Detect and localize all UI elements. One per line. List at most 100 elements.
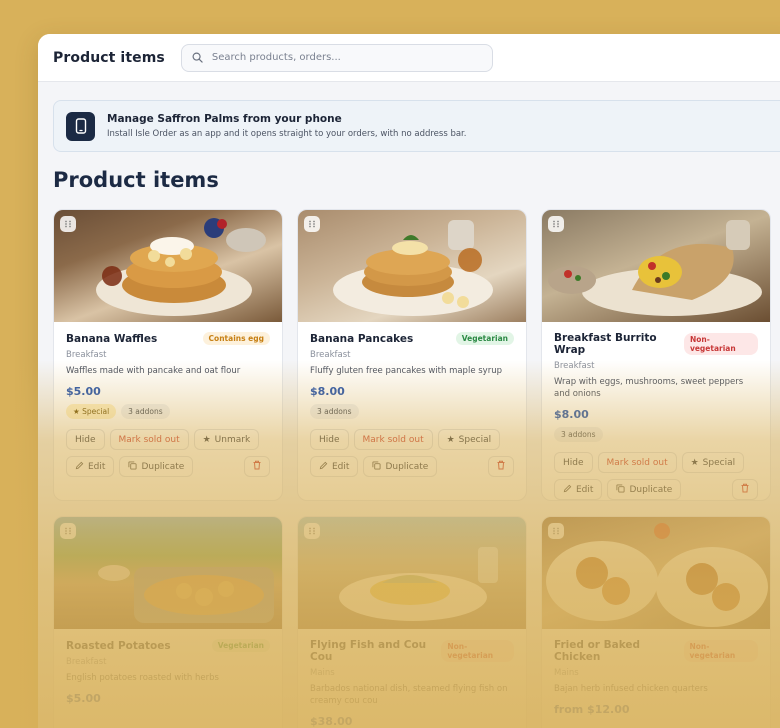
delete-button[interactable]: [488, 456, 514, 477]
product-card[interactable]: Fried or Baked Chicken Non-vegetarian Ma…: [541, 516, 771, 728]
duplicate-label: Duplicate: [141, 461, 185, 472]
product-photo-banana-waffles: [54, 210, 282, 322]
duplicate-button[interactable]: Duplicate: [363, 456, 438, 477]
product-card[interactable]: Roasted Potatoes Vegetarian Breakfast En…: [53, 516, 283, 728]
product-price: from $12.00: [554, 703, 630, 716]
search-input[interactable]: [211, 52, 472, 63]
duplicate-button[interactable]: Duplicate: [607, 479, 682, 500]
diet-badge: Non-vegetarian: [441, 640, 514, 662]
diet-badge: Non-vegetarian: [683, 640, 758, 662]
product-category: Mains: [554, 668, 579, 678]
addons-badge: 3 addons: [554, 427, 603, 442]
hide-button[interactable]: Hide: [554, 452, 593, 473]
banner-title: Manage Saffron Palms from your phone: [107, 113, 342, 125]
delete-button[interactable]: [244, 456, 270, 477]
install-app-banner[interactable]: Manage Saffron Palms from your phone Ins…: [53, 100, 780, 152]
product-card[interactable]: Banana Pancakes Vegetarian Breakfast Flu…: [297, 209, 527, 501]
diet-badge: Vegetarian: [455, 332, 514, 345]
star-icon: ★: [73, 407, 80, 416]
edit-label: Edit: [332, 461, 350, 472]
search-box[interactable]: [180, 43, 493, 72]
product-category: Breakfast: [66, 350, 107, 360]
unmark-special-button[interactable]: ★ Unmark: [193, 429, 260, 450]
product-description: Fluffy gluten free pancakes with maple s…: [310, 366, 502, 376]
page-title: Product items: [53, 168, 219, 192]
duplicate-label: Duplicate: [629, 484, 673, 495]
edit-button[interactable]: Edit: [554, 479, 603, 500]
hide-button[interactable]: Hide: [310, 429, 349, 450]
product-description: Waffles made with pancake and oat flour: [66, 366, 241, 376]
star-icon: ★: [202, 434, 211, 445]
trash-icon: [496, 460, 506, 473]
product-name: Flying Fish and Cou Cou: [310, 639, 427, 663]
product-description: Bajan herb infused chicken quarters: [554, 684, 708, 694]
product-price: $8.00: [554, 408, 589, 421]
product-description: English potatoes roasted with herbs: [66, 673, 219, 683]
drag-handle-icon[interactable]: [304, 216, 320, 232]
app-window: Product items Manage Saffron Palms from …: [38, 34, 780, 728]
addons-badge: 3 addons: [310, 404, 359, 419]
product-name: Fried or Baked Chicken: [554, 639, 641, 663]
product-card[interactable]: Breakfast Burrito Wrap Non-vegetarian Br…: [541, 209, 771, 501]
product-price: $38.00: [310, 715, 353, 728]
duplicate-button[interactable]: Duplicate: [119, 456, 194, 477]
edit-button[interactable]: Edit: [66, 456, 115, 477]
diet-badge: Vegetarian: [211, 639, 270, 652]
delete-button[interactable]: [732, 479, 758, 500]
star-icon: ★: [690, 457, 699, 468]
drag-handle-icon[interactable]: [60, 523, 76, 539]
copy-icon: [616, 483, 625, 496]
duplicate-label: Duplicate: [385, 461, 429, 472]
special-label: Special: [702, 457, 736, 468]
product-category: Mains: [310, 668, 335, 678]
mark-special-button[interactable]: ★ Special: [437, 429, 501, 450]
product-price: $5.00: [66, 692, 101, 705]
product-name: Roasted Potatoes: [66, 639, 171, 652]
edit-label: Edit: [88, 461, 106, 472]
product-description: Wrap with eggs, mushrooms, sweet peppers…: [554, 377, 744, 399]
product-photo-banana-pancakes: [298, 210, 526, 322]
product-description: Barbados national dish, steamed flying f…: [310, 684, 508, 706]
hide-button[interactable]: Hide: [66, 429, 105, 450]
drag-handle-icon[interactable]: [548, 523, 564, 539]
drag-handle-icon[interactable]: [60, 216, 76, 232]
product-price: $8.00: [310, 385, 345, 398]
product-photo-breakfast-burrito-wrap: [542, 210, 770, 322]
edit-button[interactable]: Edit: [310, 456, 359, 477]
product-card[interactable]: Flying Fish and Cou Cou Non-vegetarian M…: [297, 516, 527, 728]
product-name: Banana Waffles: [66, 332, 158, 345]
product-category: Breakfast: [310, 350, 351, 360]
diet-badge: Non-vegetarian: [683, 333, 758, 355]
diet-badge: Contains egg: [202, 332, 270, 345]
drag-handle-icon[interactable]: [304, 523, 320, 539]
pencil-icon: [563, 484, 572, 496]
mark-sold-out-button[interactable]: Mark sold out: [109, 429, 189, 450]
product-photo-roasted-potatoes: [54, 517, 282, 629]
unmark-label: Unmark: [214, 434, 251, 445]
trash-icon: [252, 460, 262, 473]
product-photo-fried-baked-chicken: [542, 517, 770, 629]
trash-icon: [740, 483, 750, 496]
special-badge: ★ Special: [66, 404, 117, 419]
product-category: Breakfast: [66, 657, 107, 667]
drag-handle-icon[interactable]: [548, 216, 564, 232]
top-bar: Product items: [38, 34, 780, 82]
mark-sold-out-button[interactable]: Mark sold out: [597, 452, 677, 473]
pencil-icon: [75, 461, 84, 473]
mark-sold-out-button[interactable]: Mark sold out: [353, 429, 433, 450]
product-price: $5.00: [66, 385, 101, 398]
product-card[interactable]: Banana Waffles Contains egg Breakfast Wa…: [53, 209, 283, 501]
addons-badge: 3 addons: [121, 404, 170, 419]
product-name: Banana Pancakes: [310, 332, 414, 345]
product-name: Breakfast Burrito Wrap: [554, 332, 657, 356]
app-title: Product items: [53, 49, 165, 66]
product-category: Breakfast: [554, 361, 595, 371]
mark-special-button[interactable]: ★ Special: [681, 452, 745, 473]
special-label: Special: [458, 434, 492, 445]
pencil-icon: [319, 461, 328, 473]
special-label: Special: [82, 407, 110, 416]
edit-label: Edit: [576, 484, 594, 495]
star-icon: ★: [446, 434, 455, 445]
banner-subtitle: Install Isle Order as an app and it open…: [107, 129, 467, 139]
copy-icon: [372, 460, 381, 473]
